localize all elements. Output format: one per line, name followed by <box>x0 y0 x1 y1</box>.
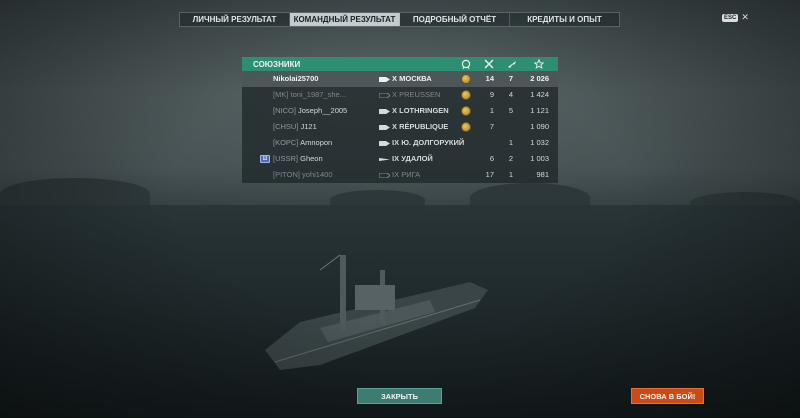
ship-name: X RÉPUBLIQUE <box>392 122 449 131</box>
kills-value: 14 <box>485 74 494 83</box>
player-name: [MK] toni_1987_she... <box>273 90 346 99</box>
player-row[interactable]: [PITON] yohi1400 IX РИГА 17 1 981 <box>242 167 558 183</box>
medal-icon <box>461 122 471 132</box>
player-row[interactable]: [NICO] Joseph__2005 X LOTHRINGEN 1 5 1 1… <box>242 103 558 119</box>
exp-value: 981 <box>536 170 549 179</box>
division-icon: Ш <box>260 155 270 163</box>
battleship-icon <box>379 173 390 178</box>
allies-panel: СОЮЗНИКИ Nikolai25700 X МОСКВА 14 7 2 02… <box>242 57 558 183</box>
ship-name: X МОСКВА <box>392 74 432 83</box>
player-row[interactable]: [KOPC] Amnopon IX Ю. ДОЛГОРУКИЙ 1 1 032 <box>242 135 558 151</box>
ship-name: IX УДАЛОЙ <box>392 154 433 163</box>
medal-icon <box>461 90 471 100</box>
kills-value: 7 <box>489 122 494 131</box>
allies-title: СОЮЗНИКИ <box>253 59 301 69</box>
player-row[interactable]: [CHSU] J121 X RÉPUBLIQUE 7 1 090 <box>242 119 558 135</box>
player-name: [USSR] Gheon <box>273 154 323 163</box>
tab-credits-and-xp[interactable]: КРЕДИТЫ И ОПЫТ <box>510 13 619 26</box>
close-icon: ✕ <box>741 12 749 22</box>
close-button[interactable]: ЗАКРЫТЬ <box>357 388 442 404</box>
player-name: [CHSU] J121 <box>273 122 317 131</box>
player-name: Nikolai25700 <box>273 74 319 83</box>
planes-value: 7 <box>508 74 513 83</box>
battleship-icon <box>379 93 390 98</box>
planes-value: 5 <box>508 106 513 115</box>
cruiser-icon <box>379 125 390 130</box>
cruiser-icon <box>379 109 390 114</box>
ship-name: X LOTHRINGEN <box>392 106 449 115</box>
ship-name: X PREUSSEN <box>392 90 441 99</box>
player-name: [PITON] yohi1400 <box>273 170 333 179</box>
exp-value: 1 121 <box>530 106 549 115</box>
planes-icon <box>507 59 517 69</box>
kills-value: 6 <box>489 154 494 163</box>
player-row[interactable]: Ш [USSR] Gheon IX УДАЛОЙ 6 2 1 003 <box>242 151 558 167</box>
planes-value: 4 <box>508 90 513 99</box>
player-row[interactable]: [MK] toni_1987_she... X PREUSSEN 9 4 1 4… <box>242 87 558 103</box>
exp-value: 1 032 <box>530 138 549 147</box>
exp-value: 1 003 <box>530 154 549 163</box>
planes-value: 1 <box>508 138 513 147</box>
cruiser-icon <box>379 77 390 82</box>
cruiser-icon <box>379 141 390 146</box>
planes-value: 2 <box>508 154 513 163</box>
ship-name: IX РИГА <box>392 170 421 179</box>
tab-personal-result[interactable]: ЛИЧНЫЙ РЕЗУЛЬТАТ <box>180 13 290 26</box>
destroyed-icon <box>484 59 494 69</box>
tab-detailed-report[interactable]: ПОДРОБНЫЙ ОТЧЁТ <box>400 13 510 26</box>
esc-close-button[interactable]: ESC ✕ <box>722 13 749 22</box>
planes-value: 1 <box>508 170 513 179</box>
player-name: [KOPC] Amnopon <box>273 138 333 147</box>
ship-name: IX Ю. ДОЛГОРУКИЙ <box>392 138 465 147</box>
exp-value: 1 424 <box>530 90 549 99</box>
medal-icon <box>461 74 471 84</box>
experience-icon <box>533 58 545 69</box>
results-tabs: ЛИЧНЫЙ РЕЗУЛЬТАТ КОМАНДНЫЙ РЕЗУЛЬТАТ ПОД… <box>179 12 620 27</box>
exp-value: 2 026 <box>530 74 549 83</box>
battle-again-button[interactable]: СНОВА В БОЙ! <box>631 388 704 404</box>
esc-key-label: ESC <box>722 13 739 22</box>
kills-value: 17 <box>485 170 494 179</box>
medal-icon <box>461 59 471 70</box>
exp-value: 1 090 <box>530 122 549 131</box>
kills-value: 1 <box>489 106 494 115</box>
tab-team-result[interactable]: КОМАНДНЫЙ РЕЗУЛЬТАТ <box>290 13 400 26</box>
player-row[interactable]: Nikolai25700 X МОСКВА 14 7 2 026 <box>242 71 558 87</box>
medal-icon <box>461 106 471 116</box>
allies-header: СОЮЗНИКИ <box>242 57 558 71</box>
player-name: [NICO] Joseph__2005 <box>273 106 348 115</box>
kills-value: 9 <box>489 90 494 99</box>
destroyer-icon <box>379 158 390 161</box>
